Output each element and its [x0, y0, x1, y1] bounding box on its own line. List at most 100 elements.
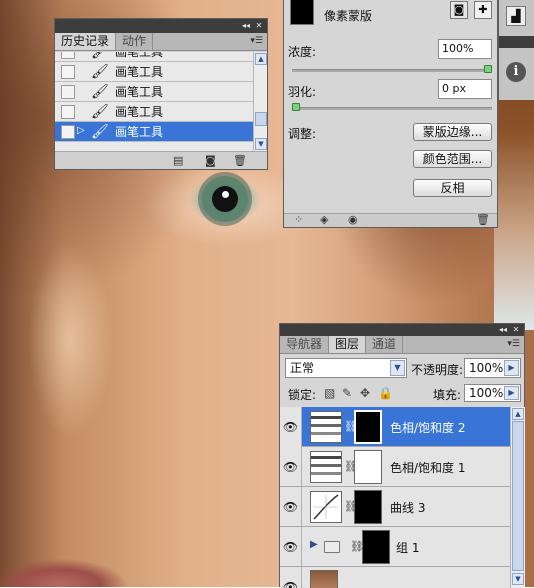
opacity-value: 100%: [469, 361, 504, 375]
layer-name[interactable]: 曲线 3: [390, 499, 425, 516]
history-scrollbar[interactable]: ▲ ▼: [253, 52, 267, 152]
layers-scrollbar[interactable]: ▲ ▼: [510, 407, 525, 588]
brush-icon: 🖌: [91, 123, 109, 140]
history-item[interactable]: 🖌 画笔工具: [55, 102, 253, 122]
layer-mask-thumbnail[interactable]: [362, 530, 390, 564]
collapse-icon[interactable]: ◂◂: [241, 21, 251, 31]
history-item[interactable]: 🖌 画笔工具: [55, 82, 253, 102]
curves-adjustment-icon: [310, 491, 342, 523]
hue-saturation-adjustment-icon: [310, 411, 342, 443]
fill-field[interactable]: 100% ▶: [464, 384, 521, 402]
scroll-thumb[interactable]: [255, 112, 267, 126]
snapshot-camera-icon[interactable]: ◙: [205, 155, 216, 167]
visibility-eye-icon[interactable]: 👁: [280, 407, 302, 447]
histogram-icon[interactable]: ▟: [506, 6, 526, 26]
history-item[interactable]: 🖌 画笔工具: [55, 62, 253, 82]
scroll-down-icon[interactable]: ▼: [255, 138, 267, 150]
expand-triangle-icon[interactable]: ▶: [310, 539, 318, 550]
density-slider-knob[interactable]: [484, 65, 492, 73]
vector-mask-icon[interactable]: ✚: [474, 1, 492, 19]
history-item-selected[interactable]: ▷ 🖌 画笔工具: [55, 122, 253, 142]
visibility-eye-icon[interactable]: 👁: [280, 527, 302, 567]
history-titlebar[interactable]: ◂◂ ✕: [55, 19, 267, 33]
history-source-checkbox[interactable]: [61, 104, 75, 119]
blend-mode-value: 正常: [290, 361, 315, 375]
chevron-right-icon[interactable]: ▶: [504, 360, 519, 376]
layer-mask-thumbnail[interactable]: [354, 410, 382, 444]
strip-titlebar[interactable]: [499, 36, 534, 48]
scroll-down-icon[interactable]: ▼: [512, 573, 524, 585]
trash-icon[interactable]: 🗑: [233, 155, 247, 167]
new-document-from-state-icon[interactable]: ▤: [173, 155, 183, 167]
close-icon[interactable]: ✕: [254, 21, 264, 31]
lock-transparency-icon[interactable]: ▧: [324, 386, 335, 400]
tab-history[interactable]: 历史记录: [55, 33, 117, 50]
history-item[interactable]: 🖌 画笔工具: [55, 52, 253, 62]
tab-navigator[interactable]: 导航器: [280, 336, 330, 353]
layer-row-selected[interactable]: 👁 ⛓ 色相/饱和度 2: [280, 407, 510, 447]
layer-group-row[interactable]: 👁 ▶ ⛓ 组 1: [280, 527, 510, 567]
pixel-mask-icon[interactable]: ◙: [450, 1, 468, 19]
blend-mode-select[interactable]: 正常 ▼: [285, 358, 407, 378]
lock-label: 锁定:: [288, 388, 317, 402]
color-range-button[interactable]: 颜色范围...: [413, 150, 492, 168]
eye-iris: [212, 186, 238, 212]
density-input[interactable]: 100%: [438, 39, 492, 59]
lock-pixels-brush-icon[interactable]: ✎: [342, 386, 352, 400]
trash-icon[interactable]: 🗑: [476, 214, 490, 226]
scroll-up-icon[interactable]: ▲: [512, 408, 524, 420]
mask-thumbnail: [290, 0, 314, 25]
layer-row[interactable]: 👁 ⛓ 曲线 3: [280, 487, 510, 527]
invert-button[interactable]: 反相: [413, 179, 492, 197]
tab-channels[interactable]: 通道: [366, 336, 404, 353]
image-layer-thumbnail: [310, 570, 338, 588]
mask-edge-button[interactable]: 蒙版边缘...: [413, 123, 492, 141]
scroll-up-icon[interactable]: ▲: [255, 53, 267, 65]
feather-slider-knob[interactable]: [292, 103, 300, 111]
opacity-field[interactable]: 100% ▶: [464, 358, 521, 378]
opacity-label: 不透明度:: [411, 363, 464, 377]
collapse-icon[interactable]: ◂◂: [498, 325, 508, 335]
layers-tabs: 导航器 图层 通道 ▾☰: [280, 336, 524, 354]
density-slider-track[interactable]: [292, 69, 492, 72]
feather-slider-track[interactable]: [292, 107, 492, 110]
chevron-right-icon[interactable]: ▶: [504, 386, 519, 400]
layers-panel: ◂◂ ✕ 导航器 图层 通道 ▾☰ 正常 ▼ 不透明度: 100% ▶ 锁定: …: [279, 323, 525, 588]
disable-mask-eye-icon[interactable]: ◉: [348, 214, 358, 226]
info-icon[interactable]: i: [506, 62, 526, 82]
layer-name[interactable]: 色相/饱和度 2: [390, 419, 466, 436]
lock-position-move-icon[interactable]: ✥: [360, 386, 370, 400]
history-source-checkbox[interactable]: [61, 64, 75, 79]
close-icon[interactable]: ✕: [511, 325, 521, 335]
history-source-checkbox[interactable]: [61, 124, 75, 139]
layer-mask-thumbnail[interactable]: [354, 450, 382, 484]
visibility-eye-icon[interactable]: 👁: [280, 447, 302, 487]
visibility-eye-icon[interactable]: 👁: [280, 567, 302, 588]
load-selection-icon[interactable]: ⁘: [294, 214, 303, 226]
tab-layers[interactable]: 图层: [329, 336, 367, 353]
layer-row[interactable]: 👁: [280, 567, 510, 588]
history-source-checkbox[interactable]: [61, 84, 75, 99]
chevron-down-icon[interactable]: ▼: [390, 360, 405, 376]
folder-icon: [324, 541, 340, 553]
lock-all-icon[interactable]: 🔒: [378, 386, 393, 400]
visibility-eye-icon[interactable]: 👁: [280, 487, 302, 527]
layers-titlebar[interactable]: ◂◂ ✕: [280, 324, 524, 336]
eye-highlight: [222, 191, 229, 198]
history-item-label: 画笔工具: [115, 125, 164, 139]
feather-input[interactable]: 0 px: [438, 79, 492, 99]
brush-icon: 🖌: [91, 63, 109, 80]
masks-panel: 像素蒙版 ◙ ✚ 浓度: 100% 羽化: 0 px 调整: 蒙版边缘... 颜…: [283, 0, 498, 228]
apply-mask-icon[interactable]: ◈: [320, 214, 328, 226]
fill-label: 填充:: [433, 388, 462, 402]
layer-name[interactable]: 组 1: [396, 539, 419, 556]
layer-list: 👁 ⛓ 色相/饱和度 2 👁 ⛓ 色相/饱和度 1 👁 ⛓ 曲线 3 👁 ▶ ⛓…: [280, 407, 510, 588]
tab-actions[interactable]: 动作: [116, 33, 154, 50]
panel-menu-icon[interactable]: ▾☰: [250, 36, 263, 46]
layer-name[interactable]: 色相/饱和度 1: [390, 459, 466, 476]
panel-menu-icon[interactable]: ▾☰: [507, 339, 520, 349]
layer-row[interactable]: 👁 ⛓ 色相/饱和度 1: [280, 447, 510, 487]
history-source-checkbox[interactable]: [61, 52, 75, 59]
scroll-thumb[interactable]: [512, 421, 524, 571]
layer-mask-thumbnail[interactable]: [354, 490, 382, 524]
